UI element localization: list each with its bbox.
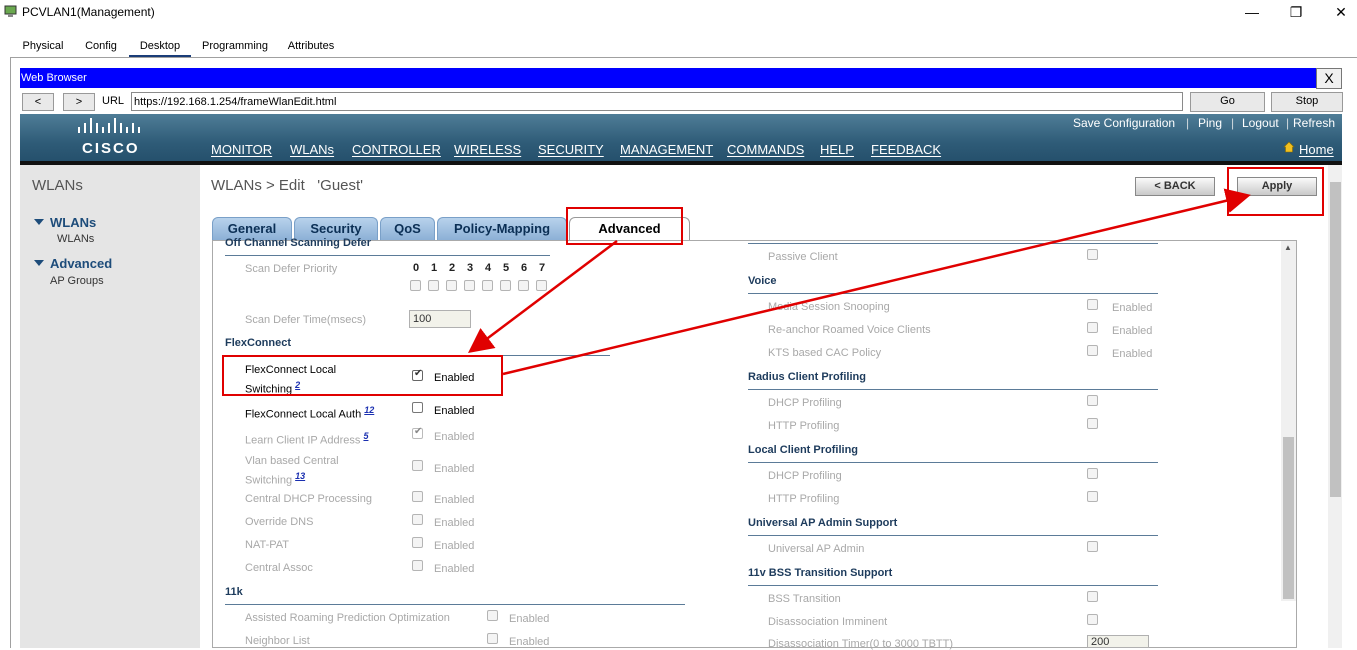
arrow-advanced-to-switching bbox=[468, 240, 618, 354]
annotation-arrows bbox=[468, 188, 1251, 376]
arrow-switching-to-apply bbox=[502, 188, 1251, 376]
